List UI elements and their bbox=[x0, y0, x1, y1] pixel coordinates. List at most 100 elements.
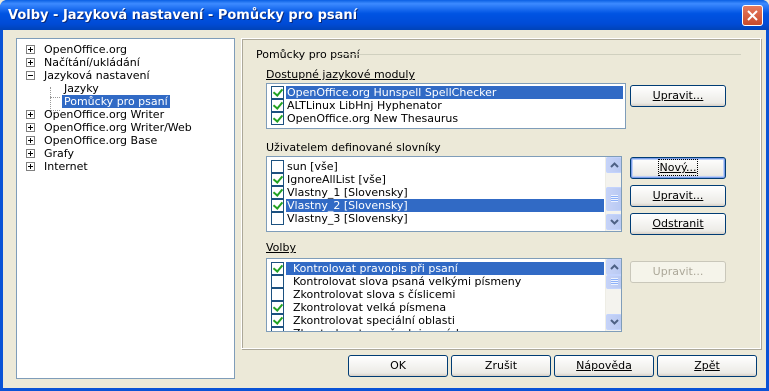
list-item[interactable]: Zkontrolovat speciální oblasti bbox=[269, 314, 604, 327]
close-button[interactable] bbox=[742, 5, 763, 26]
list-item[interactable]: OpenOffice.org New Thesaurus bbox=[269, 112, 623, 125]
options-list[interactable]: Kontrolovat pravopis při psaní Kontrolova… bbox=[266, 258, 622, 332]
list-item[interactable]: IgnoreAllList [vše] bbox=[269, 173, 604, 186]
checkbox[interactable] bbox=[271, 199, 284, 212]
back-label: Zpět bbox=[694, 359, 720, 372]
tree-item[interactable]: Grafy bbox=[17, 147, 234, 160]
list-item[interactable]: Vlastny_2 [Slovensky] bbox=[269, 199, 604, 212]
tree-item[interactable]: OpenOffice.org Base bbox=[17, 134, 234, 147]
list-item-label: Kontrolovat pravopis při psaní bbox=[293, 262, 458, 275]
list-item[interactable]: Vlastny_3 [Slovensky] bbox=[269, 212, 604, 225]
list-item[interactable]: ALTLinux LibHnj Hyphenator bbox=[269, 99, 623, 112]
scroll-up-button[interactable] bbox=[606, 259, 621, 275]
group-separator bbox=[339, 54, 741, 55]
tree-item[interactable]: Internet bbox=[17, 160, 234, 173]
tree-item-label: OpenOffice.org Base bbox=[44, 134, 158, 147]
expand-plus-icon[interactable] bbox=[26, 123, 35, 132]
tree-item[interactable]: OpenOffice.org Writer/Web bbox=[17, 121, 234, 134]
options-edit-label: Upravit... bbox=[652, 265, 704, 278]
scroll-up-button[interactable] bbox=[606, 157, 621, 173]
expand-plus-icon[interactable] bbox=[26, 45, 35, 54]
dictionaries-new-label: Nový... bbox=[657, 159, 699, 176]
tree-item-label: Načítání/ukládání bbox=[44, 56, 140, 69]
list-item-label: Vlastny_2 [Slovensky] bbox=[286, 199, 604, 212]
options-scrollbar[interactable] bbox=[605, 259, 621, 331]
close-icon bbox=[747, 10, 758, 21]
cancel-button[interactable]: Zrušit bbox=[451, 355, 551, 377]
tree-item[interactable]: Načítání/ukládání bbox=[17, 56, 234, 69]
list-item[interactable]: Kontrolovat slova psaná velkými písmeny bbox=[269, 275, 604, 288]
chevron-up-icon bbox=[610, 264, 619, 270]
list-item[interactable]: Zkontrolovat slova s číslicemi bbox=[269, 288, 604, 301]
checkbox[interactable] bbox=[271, 327, 284, 331]
dictionaries-scrollbar[interactable] bbox=[605, 157, 621, 231]
list-item[interactable]: Zkontrolovat ve všech jazycích bbox=[269, 327, 604, 331]
options-edit-button[interactable]: Upravit... bbox=[630, 261, 726, 283]
scroll-thumb[interactable] bbox=[606, 275, 621, 289]
expand-plus-icon[interactable] bbox=[26, 58, 35, 67]
list-item-label: Zkontrolovat ve všech jazycích bbox=[292, 327, 464, 331]
checkbox[interactable] bbox=[271, 186, 284, 199]
tree-item[interactable]: OpenOffice.org bbox=[17, 43, 234, 56]
modules-edit-label: Upravit... bbox=[652, 89, 704, 102]
dictionaries-new-button[interactable]: Nový... bbox=[630, 157, 726, 179]
tree-item-label: Jazyky bbox=[64, 82, 99, 95]
dictionaries-list[interactable]: sun [vše] IgnoreAllList [vše] Vlastny_1 [S… bbox=[266, 156, 622, 232]
expand-plus-icon[interactable] bbox=[26, 162, 35, 171]
tree-item-label: OpenOffice.org Writer/Web bbox=[44, 121, 192, 134]
scroll-thumb[interactable] bbox=[606, 187, 621, 211]
dictionaries-delete-button[interactable]: Odstranit bbox=[630, 213, 726, 235]
tree-item-label: OpenOffice.org bbox=[44, 43, 128, 56]
tree-item-label: Internet bbox=[44, 160, 88, 173]
collapse-minus-icon[interactable] bbox=[26, 71, 35, 80]
options-tree[interactable]: OpenOffice.org Načítání/ukládání Jazyková … bbox=[16, 38, 235, 379]
checkbox[interactable] bbox=[271, 173, 284, 186]
scroll-down-button[interactable] bbox=[606, 214, 621, 230]
ok-button[interactable]: OK bbox=[348, 355, 448, 377]
list-item-label: ALTLinux LibHnj Hyphenator bbox=[287, 99, 442, 112]
ok-label: OK bbox=[390, 359, 406, 372]
list-item-label: OpenOffice.org Hunspell SpellChecker bbox=[286, 86, 623, 99]
expand-plus-icon[interactable] bbox=[26, 149, 35, 158]
tree-item-label: OpenOffice.org Writer bbox=[44, 108, 165, 121]
expand-plus-icon[interactable] bbox=[26, 110, 35, 119]
modules-edit-button[interactable]: Upravit... bbox=[630, 85, 726, 107]
dictionaries-label: Uživatelem definované slovníky bbox=[266, 141, 441, 154]
checkbox[interactable] bbox=[271, 86, 284, 99]
tree-item[interactable]: Jazyková nastavení bbox=[17, 69, 234, 82]
checkbox[interactable] bbox=[271, 301, 284, 314]
scroll-down-button[interactable] bbox=[606, 314, 621, 330]
checkbox[interactable] bbox=[271, 160, 284, 173]
options-label: Volby bbox=[266, 241, 296, 254]
checkbox[interactable] bbox=[271, 275, 284, 288]
expand-plus-icon[interactable] bbox=[26, 136, 35, 145]
tree-item[interactable]: OpenOffice.org Writer bbox=[17, 108, 234, 121]
title-bar[interactable]: Volby - Jazyková nastavení - Pomůcky pro… bbox=[0, 0, 769, 30]
list-item-label: OpenOffice.org New Thesaurus bbox=[287, 112, 459, 125]
list-item-label: Zkontrolovat speciální oblasti bbox=[293, 314, 455, 327]
checkbox[interactable] bbox=[271, 112, 284, 125]
list-item[interactable]: Kontrolovat pravopis při psaní bbox=[269, 262, 604, 275]
cancel-label: Zrušit bbox=[484, 359, 518, 372]
checkbox[interactable] bbox=[271, 99, 284, 112]
tree-item-label: Grafy bbox=[44, 147, 74, 160]
list-item-label: IgnoreAllList [vše] bbox=[287, 173, 386, 186]
checkbox[interactable] bbox=[271, 262, 284, 275]
list-item[interactable]: Vlastny_1 [Slovensky] bbox=[269, 186, 604, 199]
list-item[interactable]: Zkontrolovat velká písmena bbox=[269, 301, 604, 314]
back-button[interactable]: Zpět bbox=[657, 355, 757, 377]
dictionaries-edit-button[interactable]: Upravit... bbox=[630, 185, 726, 207]
list-item[interactable]: OpenOffice.org Hunspell SpellChecker bbox=[269, 86, 623, 99]
checkbox[interactable] bbox=[271, 288, 284, 301]
list-item[interactable]: sun [vše] bbox=[269, 160, 604, 173]
chevron-up-icon bbox=[610, 162, 619, 168]
list-item-label: sun [vše] bbox=[287, 160, 338, 173]
checkbox[interactable] bbox=[271, 212, 284, 225]
checkbox[interactable] bbox=[271, 314, 284, 327]
help-button[interactable]: Nápověda bbox=[554, 355, 654, 377]
modules-list[interactable]: OpenOffice.org Hunspell SpellChecker ALTL… bbox=[266, 83, 626, 129]
tree-item-label: Pomůcky pro psaní bbox=[62, 95, 170, 108]
tree-item[interactable]: Jazyky bbox=[17, 82, 234, 95]
help-label: Nápověda bbox=[576, 359, 632, 372]
tree-item[interactable]: Pomůcky pro psaní bbox=[17, 95, 234, 108]
